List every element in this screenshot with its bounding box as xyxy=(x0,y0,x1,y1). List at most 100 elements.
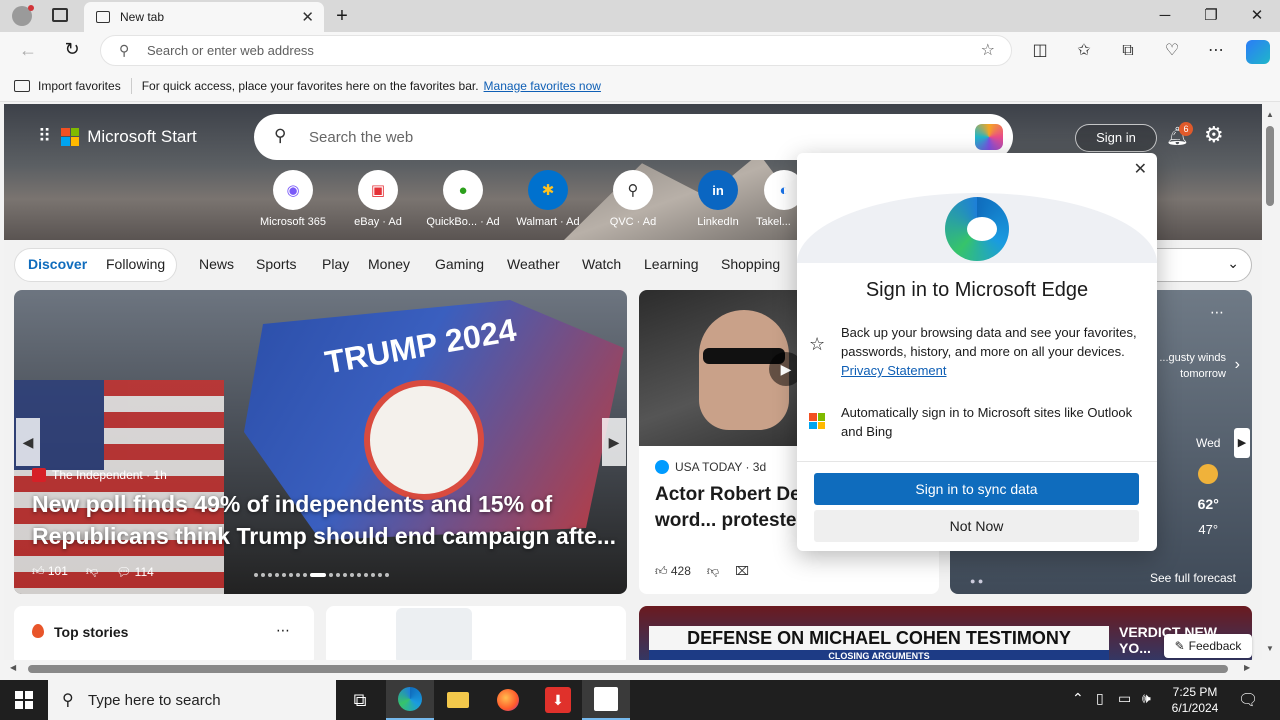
taskbar-search-box[interactable]: ⚲ Type here to search xyxy=(48,680,336,720)
network-icon[interactable]: ▭ xyxy=(1118,690,1131,707)
carousel-prev-button[interactable]: ◀ xyxy=(16,418,40,466)
tab-discover[interactable]: Discover xyxy=(28,256,87,272)
scroll-down-icon[interactable]: ▼ xyxy=(1266,644,1274,653)
start-button[interactable] xyxy=(0,680,48,720)
like-button[interactable]: 👍︎ 428 xyxy=(655,564,691,579)
collections-icon[interactable]: ⧉ xyxy=(1116,40,1140,62)
import-favorites-icon[interactable] xyxy=(14,79,30,92)
privacy-statement-link[interactable]: Privacy Statement xyxy=(841,363,947,378)
import-favorites-button[interactable]: Import favorites xyxy=(38,79,121,93)
firefox-icon[interactable] xyxy=(484,680,532,720)
comment-button[interactable]: 💬︎ 114 xyxy=(116,565,154,579)
qvc-icon: ⚲ xyxy=(613,170,653,210)
tab-watch[interactable]: Watch xyxy=(582,256,621,272)
quicklink-qvc[interactable]: ⚲ QVC · Ad xyxy=(596,170,670,228)
horizontal-scroll-thumb[interactable] xyxy=(28,665,1228,673)
video-news-card[interactable]: DEFENSE ON MICHAEL COHEN TESTIMONY CLOSI… xyxy=(639,606,1252,660)
edge-taskbar-icon[interactable] xyxy=(386,680,434,720)
split-screen-icon[interactable]: ◫ xyxy=(1028,40,1052,62)
back-button[interactable]: ← xyxy=(16,40,40,62)
tab-shopping[interactable]: Shopping xyxy=(721,256,780,272)
not-now-button[interactable]: Not Now xyxy=(814,510,1139,542)
top-stories-card[interactable]: Top stories ⋯ xyxy=(14,606,314,660)
tab-news[interactable]: News xyxy=(199,256,234,272)
task-view-icon[interactable]: ⧉ xyxy=(336,680,384,720)
weather-next-icon[interactable]: › xyxy=(1235,356,1240,374)
download-app-icon[interactable]: ⬇ xyxy=(534,680,582,720)
see-full-forecast-link[interactable]: See full forecast xyxy=(1150,571,1236,585)
weather-page-dots[interactable]: ● ● xyxy=(970,576,983,586)
weather-more-icon[interactable]: ⋯ xyxy=(1210,304,1224,321)
close-popup-icon[interactable]: ✕ xyxy=(1134,159,1147,179)
close-window-button[interactable]: ✕ xyxy=(1242,4,1272,28)
vertical-scrollbar[interactable]: ▲ ▼ xyxy=(1262,104,1280,660)
notification-dot xyxy=(28,5,34,11)
tab-sports[interactable]: Sports xyxy=(256,256,296,272)
main-story-card[interactable]: TRUMP 2024 The Independent · 1h New poll… xyxy=(14,290,627,594)
restore-button[interactable]: ❐ xyxy=(1196,4,1226,28)
like-button[interactable]: 👍︎ 101 xyxy=(32,564,68,579)
browser-essentials-icon[interactable]: ♡ xyxy=(1160,40,1184,62)
tab-weather[interactable]: Weather xyxy=(507,256,560,272)
notification-count-badge: 6 xyxy=(1179,122,1193,136)
apps-grid-icon[interactable]: ⠿ xyxy=(38,126,51,147)
carousel-dots[interactable] xyxy=(254,573,389,577)
copilot-icon[interactable] xyxy=(1246,40,1270,64)
refresh-button[interactable]: ↻ xyxy=(60,39,84,61)
scroll-left-icon[interactable]: ◀ xyxy=(10,663,16,672)
tab-learning[interactable]: Learning xyxy=(644,256,699,272)
battery-icon[interactable]: ▯ xyxy=(1096,690,1104,707)
dislike-icon[interactable]: 👎︎ xyxy=(707,564,719,579)
quicklink-quickbooks[interactable]: ● QuickBo... · Ad xyxy=(426,170,500,228)
top-stories-more-icon[interactable]: ⋯ xyxy=(276,622,290,639)
minimize-button[interactable]: ─ xyxy=(1150,4,1180,28)
news-subheadline: CLOSING ARGUMENTS xyxy=(649,650,1109,660)
sign-in-button[interactable]: Sign in xyxy=(1075,124,1157,152)
scroll-right-icon[interactable]: ▶ xyxy=(1244,663,1250,672)
carousel-next-button[interactable]: ▶ xyxy=(602,418,626,466)
quicklink-ebay[interactable]: ▣ eBay · Ad xyxy=(341,170,415,228)
scroll-up-icon[interactable]: ▲ xyxy=(1266,110,1274,119)
settings-gear-icon[interactable]: ⚙ xyxy=(1204,122,1224,148)
tab-gaming[interactable]: Gaming xyxy=(435,256,484,272)
tab-following[interactable]: Following xyxy=(106,256,165,272)
copilot-search-icon[interactable] xyxy=(975,124,1003,150)
file-explorer-icon[interactable] xyxy=(434,680,482,720)
main-story-title[interactable]: New poll finds 49% of independents and 1… xyxy=(32,488,622,552)
tab-actions-icon[interactable] xyxy=(52,8,68,22)
comment-off-icon[interactable]: ⌧ xyxy=(735,564,749,579)
volume-icon[interactable]: 🕪︎ xyxy=(1142,690,1151,707)
tab-new-tab[interactable]: New tab ✕ xyxy=(84,2,324,32)
product-card[interactable] xyxy=(326,606,626,660)
tab-play[interactable]: Play xyxy=(322,256,349,272)
favorites-icon[interactable]: ✩ xyxy=(1072,40,1096,62)
vertical-scroll-thumb[interactable] xyxy=(1266,126,1274,206)
tray-chevron-icon[interactable]: ⌃ xyxy=(1072,690,1084,707)
app-grid-icon[interactable] xyxy=(582,680,630,720)
sign-in-to-sync-button[interactable]: Sign in to sync data xyxy=(814,473,1139,505)
quicklink-linkedin[interactable]: in LinkedIn xyxy=(681,170,755,228)
quicklink-walmart[interactable]: ✱ Walmart · Ad xyxy=(511,170,585,228)
quicklink-microsoft365[interactable]: ◉ Microsoft 365 xyxy=(256,170,330,228)
microsoft-start-logo[interactable]: ⠿ Microsoft Start xyxy=(38,126,197,147)
forecast-next-button[interactable]: ▶ xyxy=(1234,428,1250,458)
taskbar-clock[interactable]: 7:25 PM 6/1/2024 xyxy=(1162,684,1228,716)
main-story-source[interactable]: The Independent · 1h xyxy=(32,468,167,482)
manage-favorites-link[interactable]: Manage favorites now xyxy=(484,79,601,93)
tab-money[interactable]: Money xyxy=(368,256,410,272)
new-tab-button[interactable]: + xyxy=(330,4,354,28)
clock-time: 7:25 PM xyxy=(1172,685,1218,699)
top-stories-heading: Top stories xyxy=(54,624,129,640)
second-story-source[interactable]: USA TODAY · 3d xyxy=(655,460,766,474)
action-center-icon[interactable]: 🗨︎ xyxy=(1238,690,1258,710)
more-options-icon[interactable]: ⋯ xyxy=(1204,40,1228,62)
taskbar-search-placeholder: Type here to search xyxy=(88,691,221,709)
close-tab-icon[interactable]: ✕ xyxy=(301,8,314,26)
address-bar[interactable]: ⚲ Search or enter web address ☆ xyxy=(100,35,1012,66)
product-image xyxy=(396,608,472,660)
feedback-button[interactable]: ✎ Feedback xyxy=(1164,634,1252,658)
microsoft-logo-icon xyxy=(61,127,80,146)
dislike-icon[interactable]: 👎︎ xyxy=(86,564,98,579)
favorite-star-icon[interactable]: ☆ xyxy=(981,40,995,60)
horizontal-scrollbar[interactable]: ◀ ▶ xyxy=(0,660,1262,680)
